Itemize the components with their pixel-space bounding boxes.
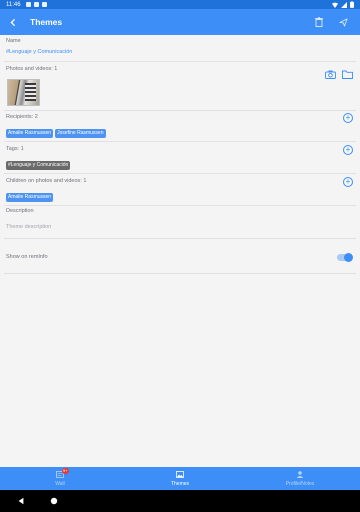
tab-themes[interactable]: Themes bbox=[120, 467, 240, 490]
send-icon bbox=[338, 17, 348, 27]
camera-icon bbox=[325, 70, 336, 79]
divider bbox=[4, 273, 356, 274]
image-icon bbox=[176, 471, 185, 479]
tag-chip[interactable]: #Lenguaje y Comunicación bbox=[6, 161, 71, 170]
trash-icon bbox=[315, 17, 323, 27]
show-on-reminfo-toggle[interactable] bbox=[337, 253, 353, 262]
signal-icon bbox=[341, 1, 347, 8]
tab-wall[interactable]: 9+ Wall bbox=[0, 467, 120, 490]
photos-label: Photos and videos: 1 bbox=[6, 66, 58, 72]
system-navigation-bar bbox=[0, 490, 360, 512]
sd-card-icon bbox=[41, 2, 47, 7]
send-button[interactable] bbox=[336, 15, 350, 29]
add-child-button[interactable]: + bbox=[343, 177, 353, 187]
recipient-chip[interactable]: Amalie Rasmussen bbox=[6, 129, 54, 138]
camera-button[interactable] bbox=[325, 66, 336, 84]
battery-icon bbox=[350, 1, 354, 8]
recipients-label: Recipients: 2 bbox=[6, 114, 38, 120]
delete-button[interactable] bbox=[312, 15, 326, 29]
divider bbox=[4, 61, 356, 62]
divider bbox=[4, 110, 356, 111]
description-input[interactable]: Theme description bbox=[6, 224, 51, 230]
settings-icon bbox=[25, 2, 31, 7]
theme-form: Name #Lenguaje y Comunicación Photos and… bbox=[0, 35, 360, 467]
tab-label: Profile/Notes bbox=[285, 480, 315, 487]
back-button[interactable] bbox=[0, 9, 26, 35]
bottom-tab-bar: 9+ Wall Themes Profile/Notes bbox=[0, 467, 360, 490]
back-arrow-icon bbox=[10, 18, 16, 26]
photo-content bbox=[25, 83, 36, 101]
show-on-reminfo-label: Show on remInfo bbox=[6, 254, 48, 260]
children-label: Children on photos and videos: 1 bbox=[6, 178, 87, 184]
clock: 11:46 bbox=[6, 1, 21, 8]
add-tag-button[interactable]: + bbox=[343, 145, 353, 155]
tab-label: Wall bbox=[55, 480, 65, 487]
plus-icon: + bbox=[345, 145, 351, 154]
divider bbox=[4, 205, 356, 206]
folder-button[interactable] bbox=[342, 66, 353, 84]
wifi-icon bbox=[332, 2, 338, 8]
home-circle-icon[interactable] bbox=[50, 497, 58, 505]
status-bar: 11:46 bbox=[0, 0, 360, 9]
tab-profile-notes[interactable]: Profile/Notes bbox=[240, 467, 360, 490]
folder-icon bbox=[342, 70, 353, 79]
tags-label: Tags: 1 bbox=[6, 146, 24, 152]
toggle-knob bbox=[344, 253, 353, 262]
media-thumbnail[interactable] bbox=[7, 79, 40, 106]
recipient-chip[interactable]: Josefine Rasmussen bbox=[55, 129, 106, 138]
app-bar: Themes bbox=[0, 9, 360, 35]
tag-chips: #Lenguaje y Comunicación bbox=[6, 161, 71, 170]
back-triangle-icon[interactable] bbox=[17, 497, 25, 505]
shield-icon bbox=[33, 2, 39, 7]
plus-icon: + bbox=[345, 113, 351, 122]
notification-badge: 9+ bbox=[62, 468, 69, 474]
notification-icons bbox=[25, 2, 47, 7]
children-chips: Amalie Rasmussen bbox=[6, 193, 54, 202]
divider bbox=[4, 141, 356, 142]
divider bbox=[4, 238, 356, 239]
name-field[interactable]: #Lenguaje y Comunicación bbox=[6, 49, 72, 55]
person-icon bbox=[296, 471, 305, 479]
page-title: Themes bbox=[30, 17, 63, 27]
plus-icon: + bbox=[345, 177, 351, 186]
child-chip[interactable]: Amalie Rasmussen bbox=[6, 193, 54, 202]
divider bbox=[4, 173, 356, 174]
description-label: Description bbox=[6, 208, 34, 214]
tab-label: Themes bbox=[170, 480, 190, 487]
recipient-chips: Amalie Rasmussen Josefine Rasmussen bbox=[6, 129, 106, 138]
add-recipient-button[interactable]: + bbox=[343, 113, 353, 123]
name-label: Name bbox=[6, 38, 21, 44]
